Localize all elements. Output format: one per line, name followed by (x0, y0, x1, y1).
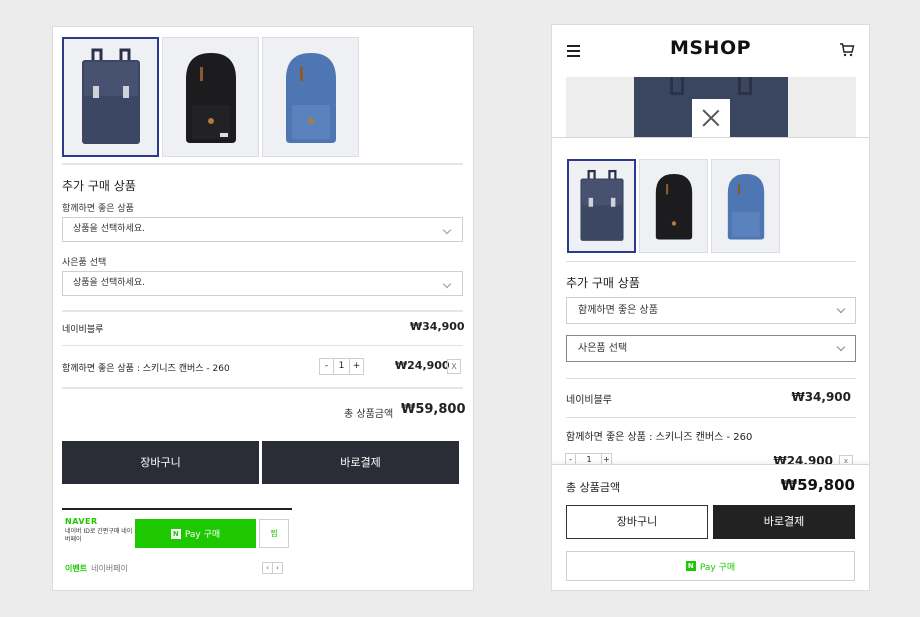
cart-icon[interactable] (839, 43, 855, 57)
total-price: ₩59,800 (401, 402, 466, 417)
recommend-select[interactable]: 함께하면 좋은 상품 (566, 297, 856, 324)
event-pager: ‹ › (262, 562, 283, 574)
gift-select-value: 사은품 선택 (578, 343, 628, 354)
divider (62, 345, 463, 346)
shop-logo[interactable]: MSHOP (552, 37, 869, 59)
section-title: 추가 구매 상품 (566, 276, 640, 290)
remove-item-button[interactable]: X (447, 359, 461, 374)
mobile-thumbnails (567, 159, 780, 253)
thumbnail-navy-backpack[interactable] (62, 37, 159, 157)
naver-pay-box: NAVER 네이버 ID로 간편구매 네이버페이 N Pay 구매 찜 (62, 508, 292, 553)
backpack-navy-icon (81, 48, 140, 144)
gift-select-value: 상품을 선택하세요. (73, 278, 145, 288)
section-title: 추가 구매 상품 (62, 179, 136, 193)
total-price: ₩59,800 (780, 476, 855, 494)
quantity-stepper: - 1 + (319, 358, 364, 375)
next-arrow-icon[interactable]: › (272, 562, 283, 574)
divider (566, 261, 856, 262)
backpack-black-icon (655, 174, 692, 240)
buy-now-button[interactable]: 바로결제 (713, 505, 855, 539)
close-icon[interactable] (692, 99, 730, 137)
gift-select[interactable]: 상품을 선택하세요. (62, 271, 463, 296)
item-price: ₩34,900 (410, 320, 465, 333)
gift-label: 사은품 선택 (62, 258, 107, 268)
mobile-product-panel: MSHOP 추가 구매 상품 함께하면 좋은 상품 사은품 선택 네이비블루 ₩… (551, 24, 870, 591)
naver-pay-label: Pay 구매 (184, 530, 221, 540)
recommend-select[interactable]: 상품을 선택하세요. (62, 217, 463, 242)
chevron-down-icon (836, 304, 846, 314)
backpack-black-icon (185, 53, 236, 143)
item-name: 네이비블루 (62, 325, 104, 335)
cart-button[interactable]: 장바구니 (566, 505, 708, 539)
naver-n-icon: N (685, 561, 696, 571)
backpack-blue-icon (727, 174, 764, 240)
buy-now-button[interactable]: 바로결제 (262, 441, 459, 484)
naverpay-link[interactable]: 네이버페이 (91, 564, 128, 573)
divider (552, 137, 869, 138)
divider (566, 378, 856, 379)
naver-pay-label: Pay 구매 (699, 562, 736, 573)
addon-item-name: 함께하면 좋은 상품 : 스키니즈 캔버스 - 260 (566, 432, 753, 443)
desktop-product-panel: 추가 구매 상품 함께하면 좋은 상품 상품을 선택하세요. 사은품 선택 상품… (52, 26, 474, 591)
cart-button[interactable]: 장바구니 (62, 441, 259, 484)
item-price: ₩34,900 (791, 390, 851, 404)
recommend-select-value: 함께하면 좋은 상품 (578, 305, 658, 316)
increase-button[interactable]: + (349, 358, 364, 375)
sticky-purchase-bar: 총 상품금액 ₩59,800 장바구니 바로결제 N Pay 구매 (552, 464, 869, 590)
gift-select[interactable]: 사은품 선택 (566, 335, 856, 362)
item-name: 네이비블루 (566, 395, 612, 406)
thumbnail-navy-backpack[interactable] (567, 159, 636, 253)
product-hero-image (566, 77, 856, 137)
total-label: 총 상품금액 (344, 409, 394, 420)
divider (62, 387, 463, 389)
thumbnail-black-backpack[interactable] (639, 159, 708, 253)
chevron-down-icon (442, 279, 452, 289)
quantity-input[interactable]: 1 (333, 358, 350, 375)
strap (738, 77, 752, 95)
thumbnail-blue-backpack[interactable] (711, 159, 780, 253)
mobile-header: MSHOP (552, 25, 869, 77)
backpack-blue-icon (285, 53, 336, 143)
wishlist-button[interactable]: 찜 (259, 519, 289, 548)
thumbnail-black-backpack[interactable] (162, 37, 259, 157)
naver-pay-button[interactable]: N Pay 구매 (566, 551, 855, 581)
thumbnail-blue-backpack[interactable] (262, 37, 359, 157)
chevron-down-icon (442, 225, 452, 235)
decrease-button[interactable]: - (319, 358, 334, 375)
strap (670, 77, 684, 95)
divider (62, 310, 463, 312)
naver-logo: NAVER (65, 517, 98, 526)
addon-item-price: ₩24,900 (395, 359, 450, 372)
addon-item-name: 함께하면 좋은 상품 : 스키니즈 캔버스 - 260 (62, 364, 230, 374)
backpack-navy-icon (579, 169, 624, 241)
total-label: 총 상품금액 (566, 481, 621, 494)
naver-event-bar: 이벤트 네이버페이 (65, 563, 128, 574)
event-link[interactable]: 이벤트 (65, 564, 87, 573)
naver-pay-button[interactable]: N Pay 구매 (135, 519, 256, 548)
naver-pay-description: 네이버 ID로 간편구매 네이버페이 (65, 528, 133, 543)
divider (566, 417, 856, 418)
recommend-select-value: 상품을 선택하세요. (73, 224, 145, 234)
recommend-label: 함께하면 좋은 상품 (62, 204, 134, 214)
chevron-down-icon (836, 342, 846, 352)
product-thumbnails (62, 37, 359, 157)
divider (62, 163, 463, 165)
naver-n-icon: N (170, 528, 181, 539)
